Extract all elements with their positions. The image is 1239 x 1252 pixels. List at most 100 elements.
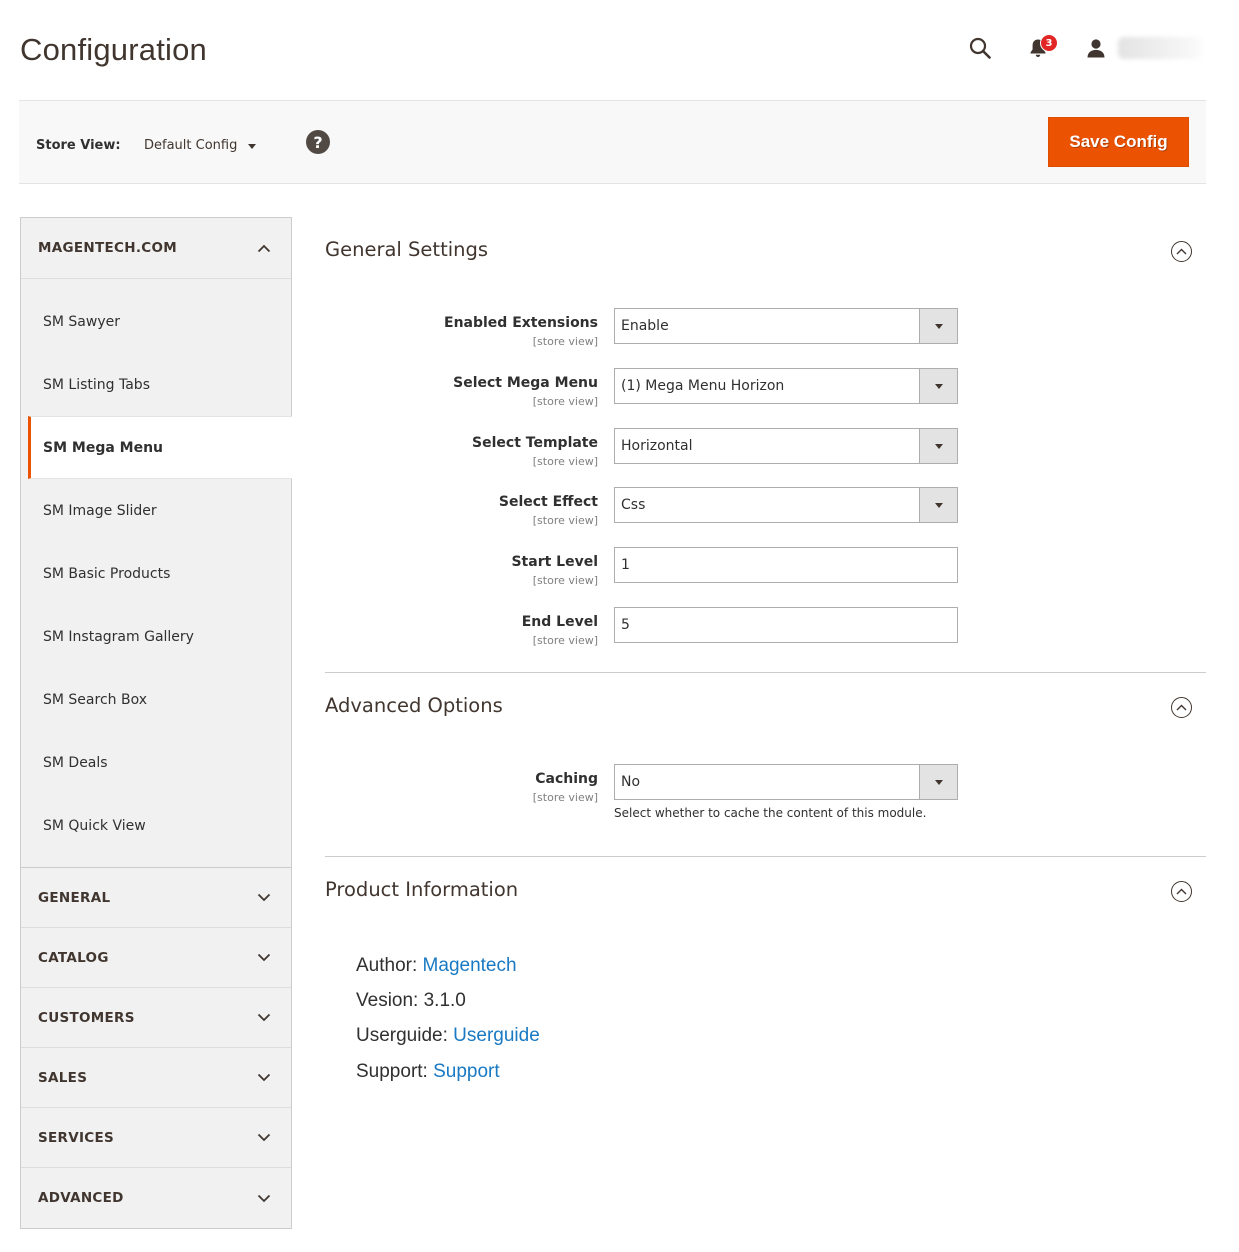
search-button[interactable] [960,30,1000,66]
chevron-down-icon [257,1013,271,1022]
field-start-level: Start Level [store view] 1 [325,547,1206,587]
config-main: General Settings Enabled Extensions [sto… [325,217,1206,1117]
field-scope: [store view] [532,791,598,804]
store-view-value: Default Config [144,138,238,153]
header-actions: 3 admin [960,30,1202,66]
config-sidebar: MAGENTECH.COM SM Sawyer SM Listing Tabs … [20,217,292,1229]
sidebar-item-sm-image-slider[interactable]: SM Image Slider [21,479,291,542]
select-value: No [621,774,641,790]
chevron-down-icon [257,953,271,962]
field-scope: [store view] [532,514,598,527]
store-view-switcher[interactable]: Default Config [144,138,257,153]
sidebar-group-label: CATALOG [38,949,109,966]
sidebar-group-label: SERVICES [38,1129,115,1146]
field-scope: [store view] [532,634,598,647]
help-icon[interactable]: ? [306,130,330,154]
field-select-template: Select Template [store view] Horizontal [325,428,1206,468]
user-icon [1087,39,1105,58]
sidebar-item-sm-basic-products[interactable]: SM Basic Products [21,542,291,605]
sidebar-group-catalog[interactable]: CATALOG [21,928,291,988]
user-name[interactable]: admin [1118,37,1202,59]
support-link[interactable]: Support [433,1061,500,1082]
field-end-level: End Level [store view] 5 [325,607,1206,647]
info-author: Author: Magentech [356,955,517,977]
sidebar-group-services[interactable]: SERVICES [21,1108,291,1168]
dropdown-arrow-icon[interactable] [919,765,957,799]
select-value: (1) Mega Menu Horizon [621,378,785,394]
field-label: Caching [535,771,598,787]
template-select[interactable]: Horizontal [614,428,958,464]
user-account-button[interactable] [1076,30,1116,66]
sidebar-group-label: ADVANCED [38,1190,124,1206]
dropdown-arrow-icon[interactable] [919,309,957,343]
dropdown-arrow-icon[interactable] [919,488,957,522]
field-scope: [store view] [532,335,598,348]
sidebar-group-label: MAGENTECH.COM [38,240,177,256]
collapse-up-icon[interactable] [1171,697,1192,718]
chevron-down-icon [257,1194,271,1203]
sidebar-item-sm-deals[interactable]: SM Deals [21,731,291,794]
field-label: Enabled Extensions [444,315,598,331]
sidebar-group-sales[interactable]: SALES [21,1048,291,1108]
info-support: Support: Support [356,1061,500,1083]
notification-count-badge: 3 [1040,34,1058,52]
save-config-button[interactable]: Save Config [1048,117,1189,167]
field-select-effect: Select Effect [store view] Css [325,487,1206,527]
field-scope: [store view] [532,395,598,408]
page-actions-toolbar: Store View: Default Config ? Save Config [19,100,1206,184]
info-userguide-label: Userguide: [356,1025,448,1046]
field-caching: Caching [store view] No Select whether t… [325,764,1206,824]
sidebar-item-sm-quick-view[interactable]: SM Quick View [21,794,291,857]
sidebar-group-general[interactable]: GENERAL [21,868,291,928]
sidebar-item-sm-sawyer[interactable]: SM Sawyer [21,290,291,353]
caret-down-icon [248,144,257,149]
field-scope: [store view] [532,574,598,587]
notifications-button[interactable]: 3 [1018,30,1058,66]
sidebar-group-advanced[interactable]: ADVANCED [21,1168,291,1228]
field-label: End Level [521,614,598,630]
section-product-information: Product Information Author: Magentech Ve… [325,857,1206,1117]
chevron-up-icon [257,244,271,253]
search-icon [969,37,991,59]
sidebar-group-label: SALES [38,1069,88,1086]
magentech-items: SM Sawyer SM Listing Tabs SM Mega Menu S… [21,279,292,868]
info-author-label: Author: [356,955,418,976]
userguide-link[interactable]: Userguide [453,1025,540,1046]
author-link[interactable]: Magentech [423,955,517,976]
chevron-down-icon [257,1073,271,1082]
collapse-up-icon[interactable] [1171,881,1192,902]
select-value: Horizontal [621,438,693,454]
section-title-advanced-options[interactable]: Advanced Options [325,694,503,717]
sidebar-group-label: CUSTOMERS [38,1009,135,1026]
field-label: Start Level [511,554,598,570]
effect-select[interactable]: Css [614,487,958,523]
section-title-general-settings[interactable]: General Settings [325,238,488,261]
info-userguide: Userguide: Userguide [356,1025,540,1047]
info-support-label: Support: [356,1061,428,1082]
select-value: Css [621,497,646,513]
info-version: Vesion: 3.1.0 [356,990,466,1011]
sidebar-item-sm-instagram-gallery[interactable]: SM Instagram Gallery [21,605,291,668]
dropdown-arrow-icon[interactable] [919,429,957,463]
collapse-up-icon[interactable] [1171,241,1192,262]
sidebar-group-label: GENERAL [38,889,111,906]
field-label: Select Effect [498,494,598,510]
field-scope: [store view] [532,455,598,468]
section-title-product-information[interactable]: Product Information [325,878,518,901]
dropdown-arrow-icon[interactable] [919,369,957,403]
end-level-input[interactable]: 5 [614,607,958,643]
sidebar-item-sm-search-box[interactable]: SM Search Box [21,668,291,731]
field-label: Select Mega Menu [453,375,598,391]
sidebar-item-sm-listing-tabs[interactable]: SM Listing Tabs [21,353,291,416]
chevron-down-icon [257,1133,271,1142]
sidebar-item-sm-mega-menu[interactable]: SM Mega Menu [28,416,292,479]
section-general-settings: General Settings Enabled Extensions [sto… [325,217,1206,673]
caching-select[interactable]: No [614,764,958,800]
field-select-mega-menu: Select Mega Menu [store view] (1) Mega M… [325,368,1206,408]
mega-menu-select[interactable]: (1) Mega Menu Horizon [614,368,958,404]
sidebar-group-customers[interactable]: CUSTOMERS [21,988,291,1048]
start-level-input[interactable]: 1 [614,547,958,583]
section-advanced-options: Advanced Options Caching [store view] No… [325,673,1206,857]
enabled-extensions-select[interactable]: Enable [614,308,958,344]
sidebar-group-magentech[interactable]: MAGENTECH.COM [21,218,291,279]
